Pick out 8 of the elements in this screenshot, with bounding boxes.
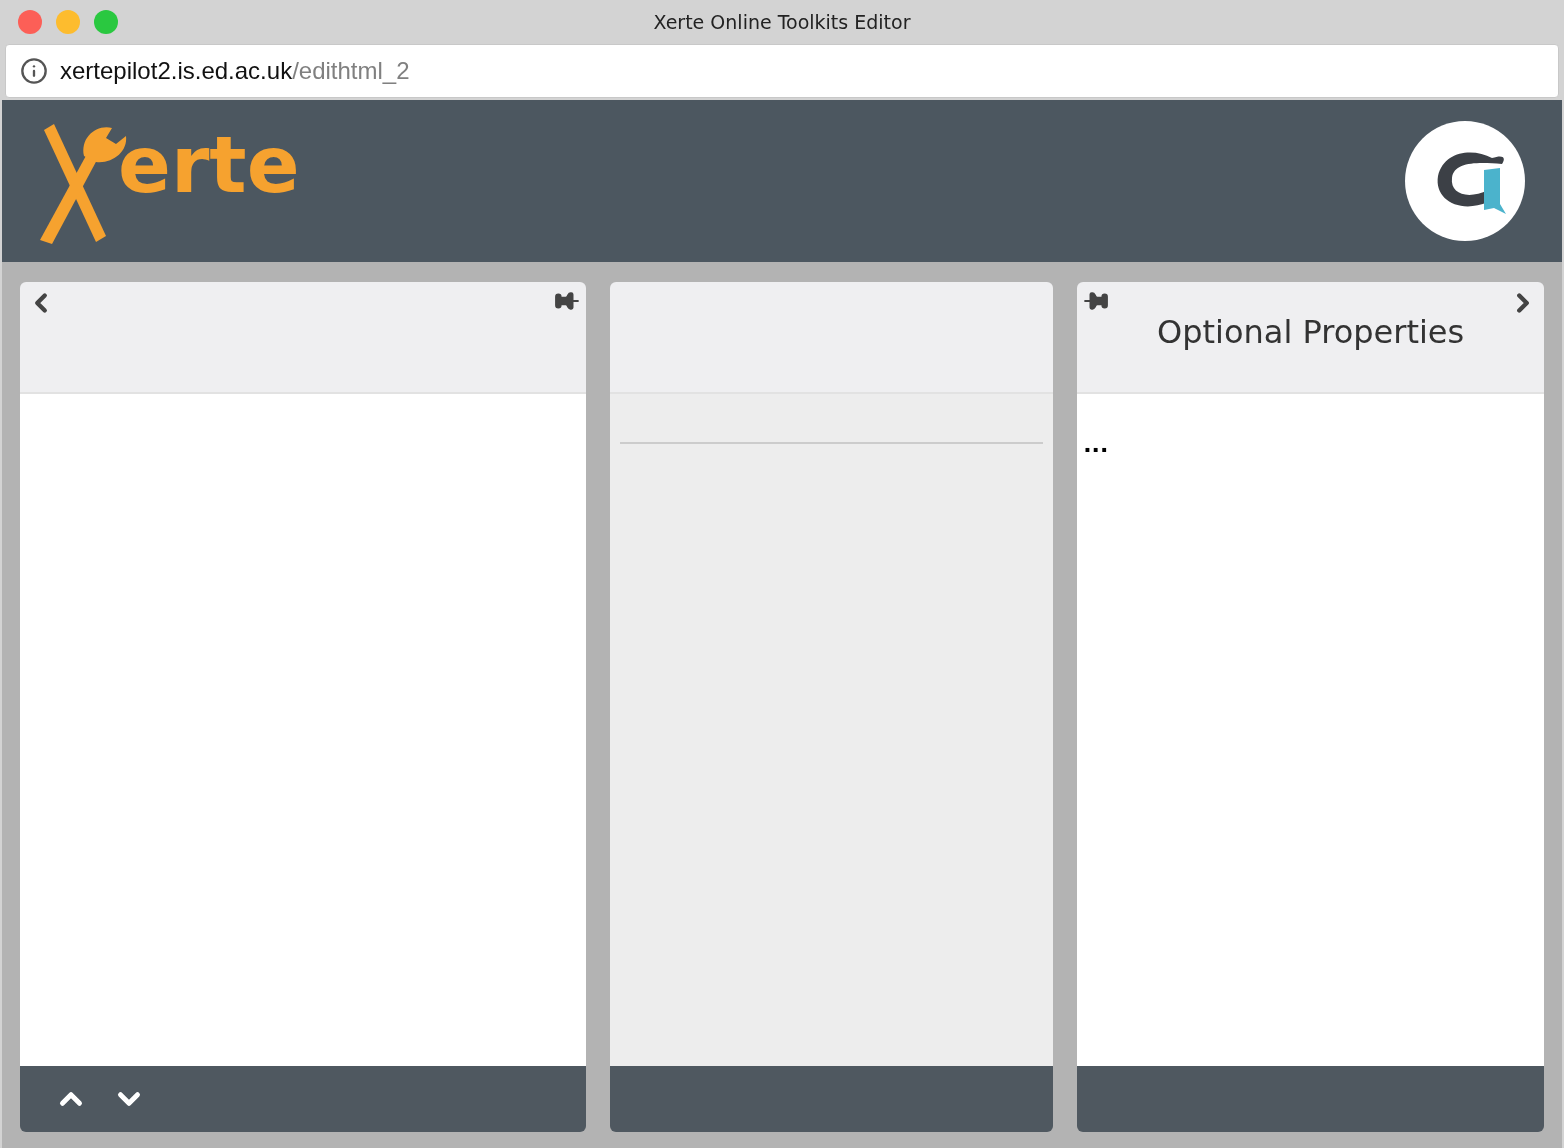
brand-logo-icon bbox=[1404, 120, 1526, 242]
ellipsis-text: ... bbox=[1083, 432, 1110, 457]
info-icon[interactable] bbox=[20, 57, 48, 85]
logo-text: erte bbox=[118, 126, 300, 204]
address-bar[interactable]: xertepilot2.is.ed.ac.uk/edithtml_2 bbox=[5, 44, 1559, 98]
panel-title: Optional Properties bbox=[1157, 313, 1465, 351]
url-text: xertepilot2.is.ed.ac.uk/edithtml_2 bbox=[60, 57, 410, 85]
window-title: Xerte Online Toolkits Editor bbox=[653, 11, 911, 33]
